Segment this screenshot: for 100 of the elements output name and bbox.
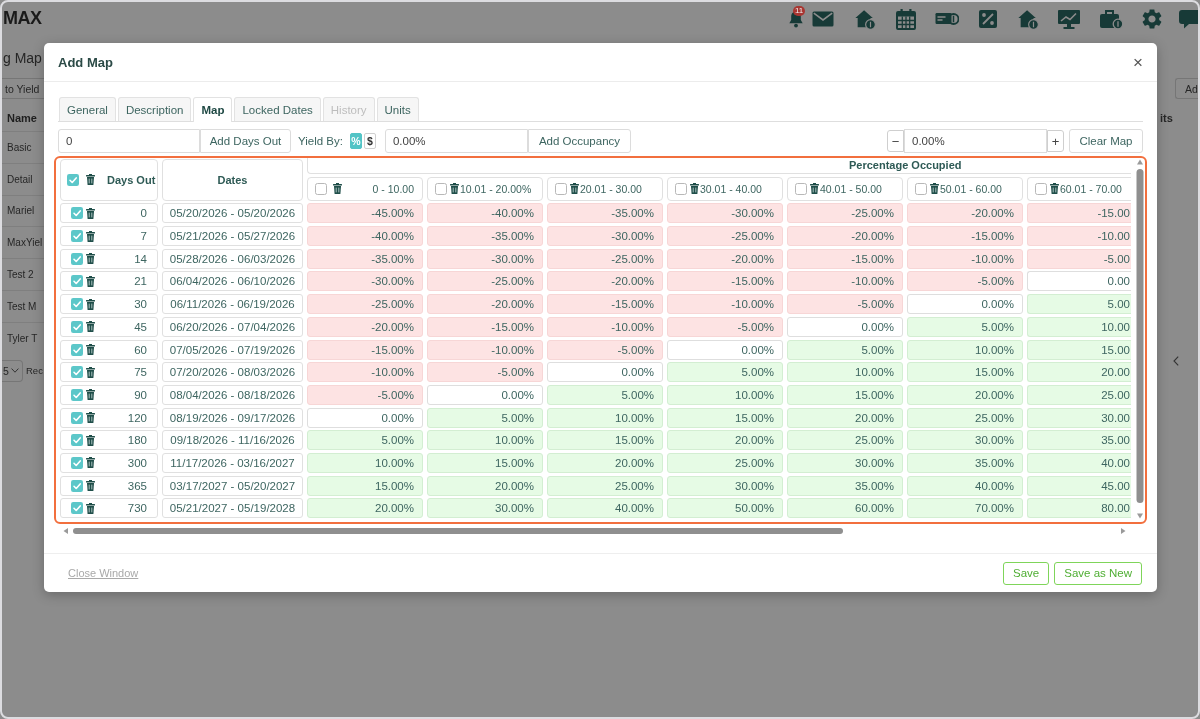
adjustment-cell[interactable]: -35.00% <box>307 248 423 269</box>
trash-icon[interactable] <box>86 502 95 514</box>
trash-icon[interactable] <box>86 457 95 469</box>
adjustment-cell[interactable]: 0.00% <box>787 316 903 337</box>
trash-icon[interactable] <box>86 321 95 333</box>
adjustment-cell[interactable]: -35.00% <box>547 203 663 224</box>
checkbox[interactable] <box>71 388 83 401</box>
trash-icon[interactable] <box>930 183 939 195</box>
adjustment-cell[interactable]: 25.00% <box>787 430 903 451</box>
adjustment-cell[interactable]: 30.00% <box>667 475 783 496</box>
adjustment-cell[interactable]: 70.00% <box>907 498 1023 519</box>
adjustment-cell[interactable]: -5.00% <box>307 384 423 405</box>
adjustment-cell[interactable]: 30.00% <box>787 452 903 473</box>
adjustment-cell[interactable]: -5.00% <box>787 294 903 315</box>
adjustment-cell[interactable]: 15.00% <box>787 384 903 405</box>
days-out-field[interactable]: 0 <box>58 129 200 153</box>
trash-icon[interactable] <box>1050 183 1059 195</box>
adjustment-cell[interactable]: 15.00% <box>667 407 783 428</box>
adjustment-cell[interactable]: -5.00 <box>1027 248 1131 269</box>
adjustment-cell[interactable]: -25.00% <box>427 271 543 292</box>
range-label[interactable]: 60.01 - 70.00 <box>1060 182 1122 195</box>
adjustment-cell[interactable]: 50.00% <box>667 498 783 519</box>
adjustment-cell[interactable]: 5.00% <box>787 339 903 360</box>
trash-icon[interactable] <box>86 366 95 378</box>
clear-map-button[interactable]: Clear Map <box>1069 129 1143 153</box>
range-label[interactable]: 30.01 - 40.00 <box>700 182 762 195</box>
adjustment-cell[interactable]: -10.00 <box>1027 226 1131 247</box>
checkbox[interactable] <box>71 434 83 447</box>
adjustment-cell[interactable]: -35.00% <box>427 226 543 247</box>
range-label[interactable]: 10.01 - 20.00% <box>460 182 532 195</box>
page-size-select[interactable]: 5 <box>2 359 23 382</box>
trash-icon[interactable] <box>86 207 95 219</box>
adjustment-cell[interactable]: -25.00% <box>667 226 783 247</box>
adjustment-cell[interactable]: -10.00% <box>907 248 1023 269</box>
adjustment-cell[interactable]: -10.00% <box>307 362 423 383</box>
checkbox[interactable] <box>71 343 83 356</box>
adjustment-cell[interactable]: 25.00 <box>1027 384 1131 405</box>
checkbox[interactable] <box>71 456 83 469</box>
adjustment-cell[interactable]: 40.00% <box>907 475 1023 496</box>
checkbox[interactable] <box>915 182 927 195</box>
trash-icon[interactable] <box>86 389 95 401</box>
adjustment-cell[interactable]: 20.00 <box>1027 362 1131 383</box>
adjustment-cell[interactable]: -15.00% <box>307 339 423 360</box>
checkbox[interactable] <box>71 502 83 515</box>
adjustment-cell[interactable]: 0.00% <box>907 294 1023 315</box>
adjustment-cell[interactable]: -5.00% <box>427 362 543 383</box>
trash-icon[interactable] <box>86 253 95 265</box>
adjustment-cell[interactable]: 15.00% <box>427 452 543 473</box>
adjustment-cell[interactable]: 15.00% <box>307 475 423 496</box>
adjustment-cell[interactable]: -25.00% <box>307 294 423 315</box>
adjustment-cell[interactable]: -30.00% <box>547 226 663 247</box>
adjustment-cell[interactable]: 10.00 <box>1027 316 1131 337</box>
trash-icon[interactable] <box>570 183 579 195</box>
adjustment-cell[interactable]: 35.00% <box>907 452 1023 473</box>
adjustment-cell[interactable]: -15.00% <box>787 248 903 269</box>
range-label[interactable]: 50.01 - 60.00 <box>940 182 1002 195</box>
checkbox[interactable] <box>1035 182 1047 195</box>
adjustment-cell[interactable]: 20.00% <box>427 475 543 496</box>
decrement-button[interactable]: − <box>887 130 904 152</box>
increment-button[interactable]: + <box>1047 130 1064 152</box>
adjustment-cell[interactable]: -25.00% <box>787 203 903 224</box>
adjustment-cell[interactable]: 45.00 <box>1027 475 1131 496</box>
adjustment-cell[interactable]: -20.00% <box>547 271 663 292</box>
adjustment-cell[interactable]: 60.00% <box>787 498 903 519</box>
adjustment-cell[interactable]: 10.00% <box>547 407 663 428</box>
adjustment-cell[interactable]: 80.00 <box>1027 498 1131 519</box>
trash-icon[interactable] <box>86 412 95 424</box>
trash-icon[interactable] <box>333 183 342 195</box>
calendar-icon[interactable] <box>895 8 917 30</box>
adjustment-cell[interactable]: -25.00% <box>547 248 663 269</box>
checkbox[interactable] <box>71 207 83 220</box>
adjustment-cell[interactable]: 5.00% <box>427 407 543 428</box>
tab[interactable]: General <box>59 97 116 121</box>
adjustment-cell[interactable]: -10.00% <box>667 294 783 315</box>
checkbox[interactable] <box>67 173 79 186</box>
close-button[interactable]: × <box>1131 53 1145 71</box>
adjustment-cell[interactable]: 5.00% <box>547 384 663 405</box>
adjustment-cell[interactable]: 0.00% <box>427 384 543 405</box>
adjustment-cell[interactable]: 0.00 <box>1027 271 1131 292</box>
adjustment-cell[interactable]: 0.00% <box>667 339 783 360</box>
trash-icon[interactable] <box>450 183 459 195</box>
range-label[interactable]: 0 - 10.00 <box>372 182 422 195</box>
adjustment-cell[interactable]: 40.00% <box>547 498 663 519</box>
briefcase-icon[interactable] <box>1099 8 1123 30</box>
adjustment-cell[interactable]: -15.00% <box>907 226 1023 247</box>
trash-icon[interactable] <box>86 344 95 355</box>
checkbox[interactable] <box>71 298 83 311</box>
adjustment-cell[interactable]: -10.00% <box>547 316 663 337</box>
adjustment-cell[interactable]: -20.00% <box>787 226 903 247</box>
tab[interactable]: Description <box>117 97 192 121</box>
checkbox[interactable] <box>71 366 83 379</box>
house-coin-icon[interactable] <box>854 8 876 30</box>
chart-monitor-icon[interactable] <box>1057 8 1081 30</box>
adjustment-cell[interactable]: 10.00% <box>667 384 783 405</box>
adjustment-cell[interactable]: 15.00 <box>1027 339 1131 360</box>
trash-icon[interactable] <box>86 434 95 446</box>
adjustment-cell[interactable]: 20.00% <box>667 430 783 451</box>
range-label[interactable]: 40.01 - 50.00 <box>820 182 882 195</box>
adjustment-cell[interactable]: 25.00% <box>667 452 783 473</box>
chat-bubble-icon[interactable] <box>1178 8 1198 30</box>
